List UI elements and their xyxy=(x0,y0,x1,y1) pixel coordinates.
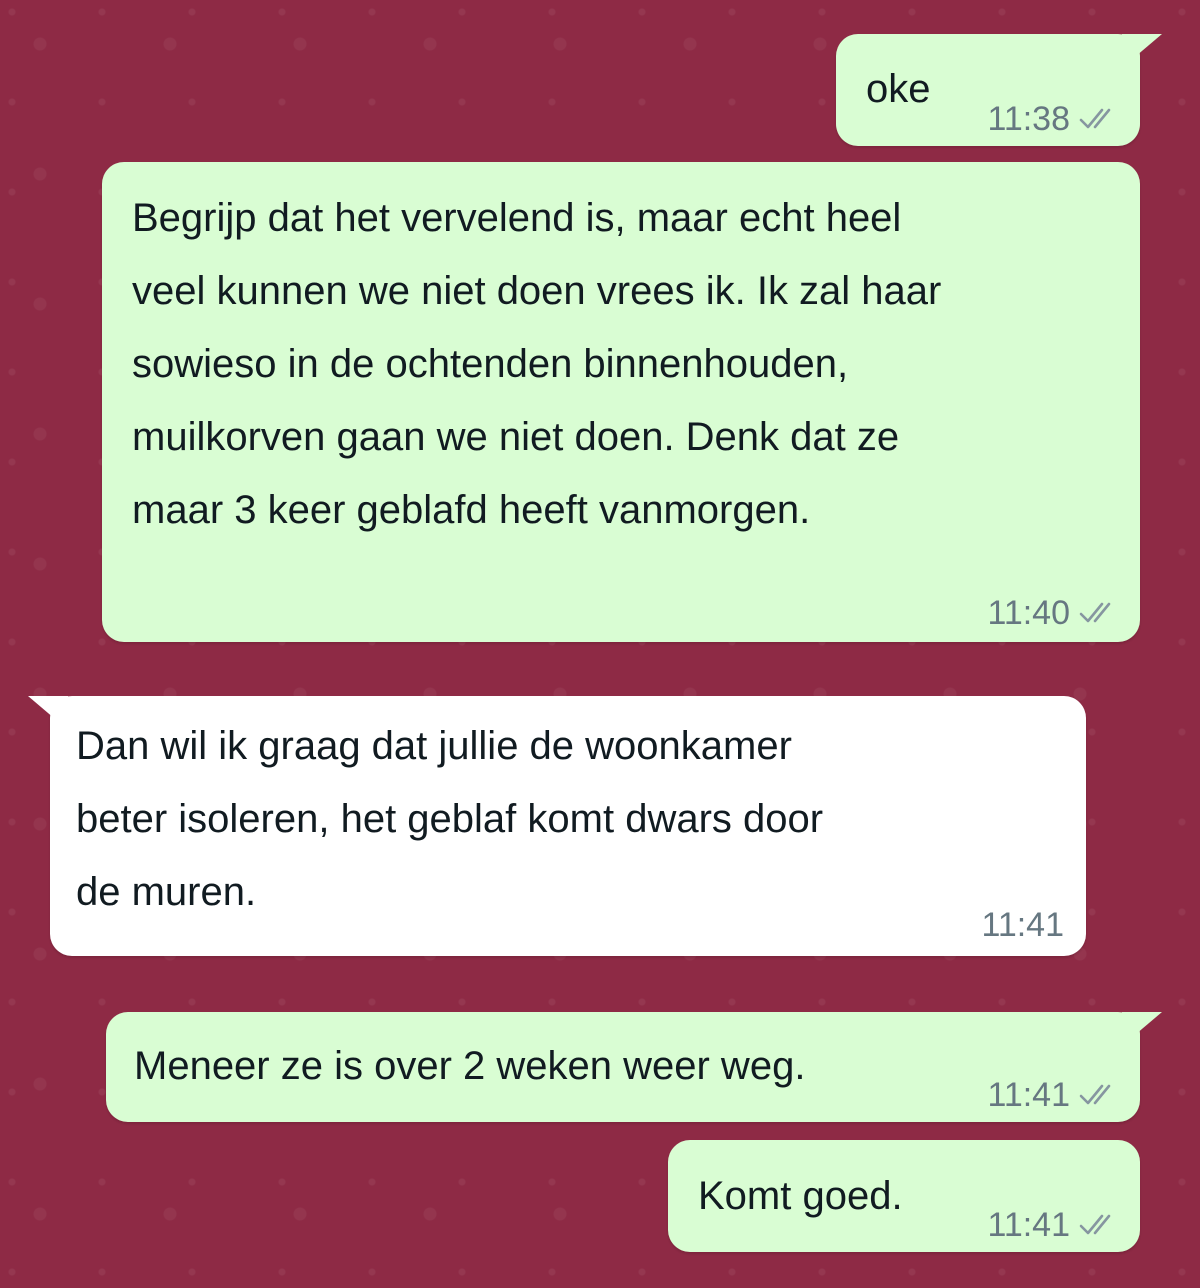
double-check-icon xyxy=(1079,1084,1111,1105)
message-meta: 11:41 xyxy=(987,1070,1118,1120)
message-bubble-outgoing[interactable]: oke 11:38 xyxy=(836,34,1162,146)
double-check-icon xyxy=(1079,1214,1111,1235)
message-meta: 11:41 xyxy=(981,900,1064,950)
message-time: 11:41 xyxy=(981,906,1064,944)
double-check-icon xyxy=(1079,602,1111,623)
message-time: 11:41 xyxy=(987,1076,1070,1114)
message-time: 11:41 xyxy=(987,1206,1070,1244)
message-bubble-incoming[interactable]: Dan wil ik graag dat jullie de woonkamer… xyxy=(28,696,1086,956)
message-meta: 11:41 xyxy=(987,1200,1118,1250)
message-bubble-outgoing[interactable]: Begrijp dat het vervelend is, maar echt … xyxy=(102,162,1140,642)
message-bubble-outgoing[interactable]: Meneer ze is over 2 weken weer weg. 11:4… xyxy=(106,1012,1162,1122)
message-meta: 11:40 xyxy=(987,588,1118,638)
message-meta: 11:38 xyxy=(987,94,1118,144)
message-time: 11:38 xyxy=(987,100,1070,138)
message-text: Begrijp dat het vervelend is, maar echt … xyxy=(132,196,942,532)
double-check-icon xyxy=(1079,108,1111,129)
message-text: Dan wil ik graag dat jullie de woonkamer… xyxy=(76,724,824,914)
message-time: 11:40 xyxy=(987,594,1070,632)
message-text: Meneer ze is over 2 weken weer weg. xyxy=(134,1044,806,1088)
message-bubble-outgoing[interactable]: Komt goed. 11:41 xyxy=(668,1140,1140,1252)
